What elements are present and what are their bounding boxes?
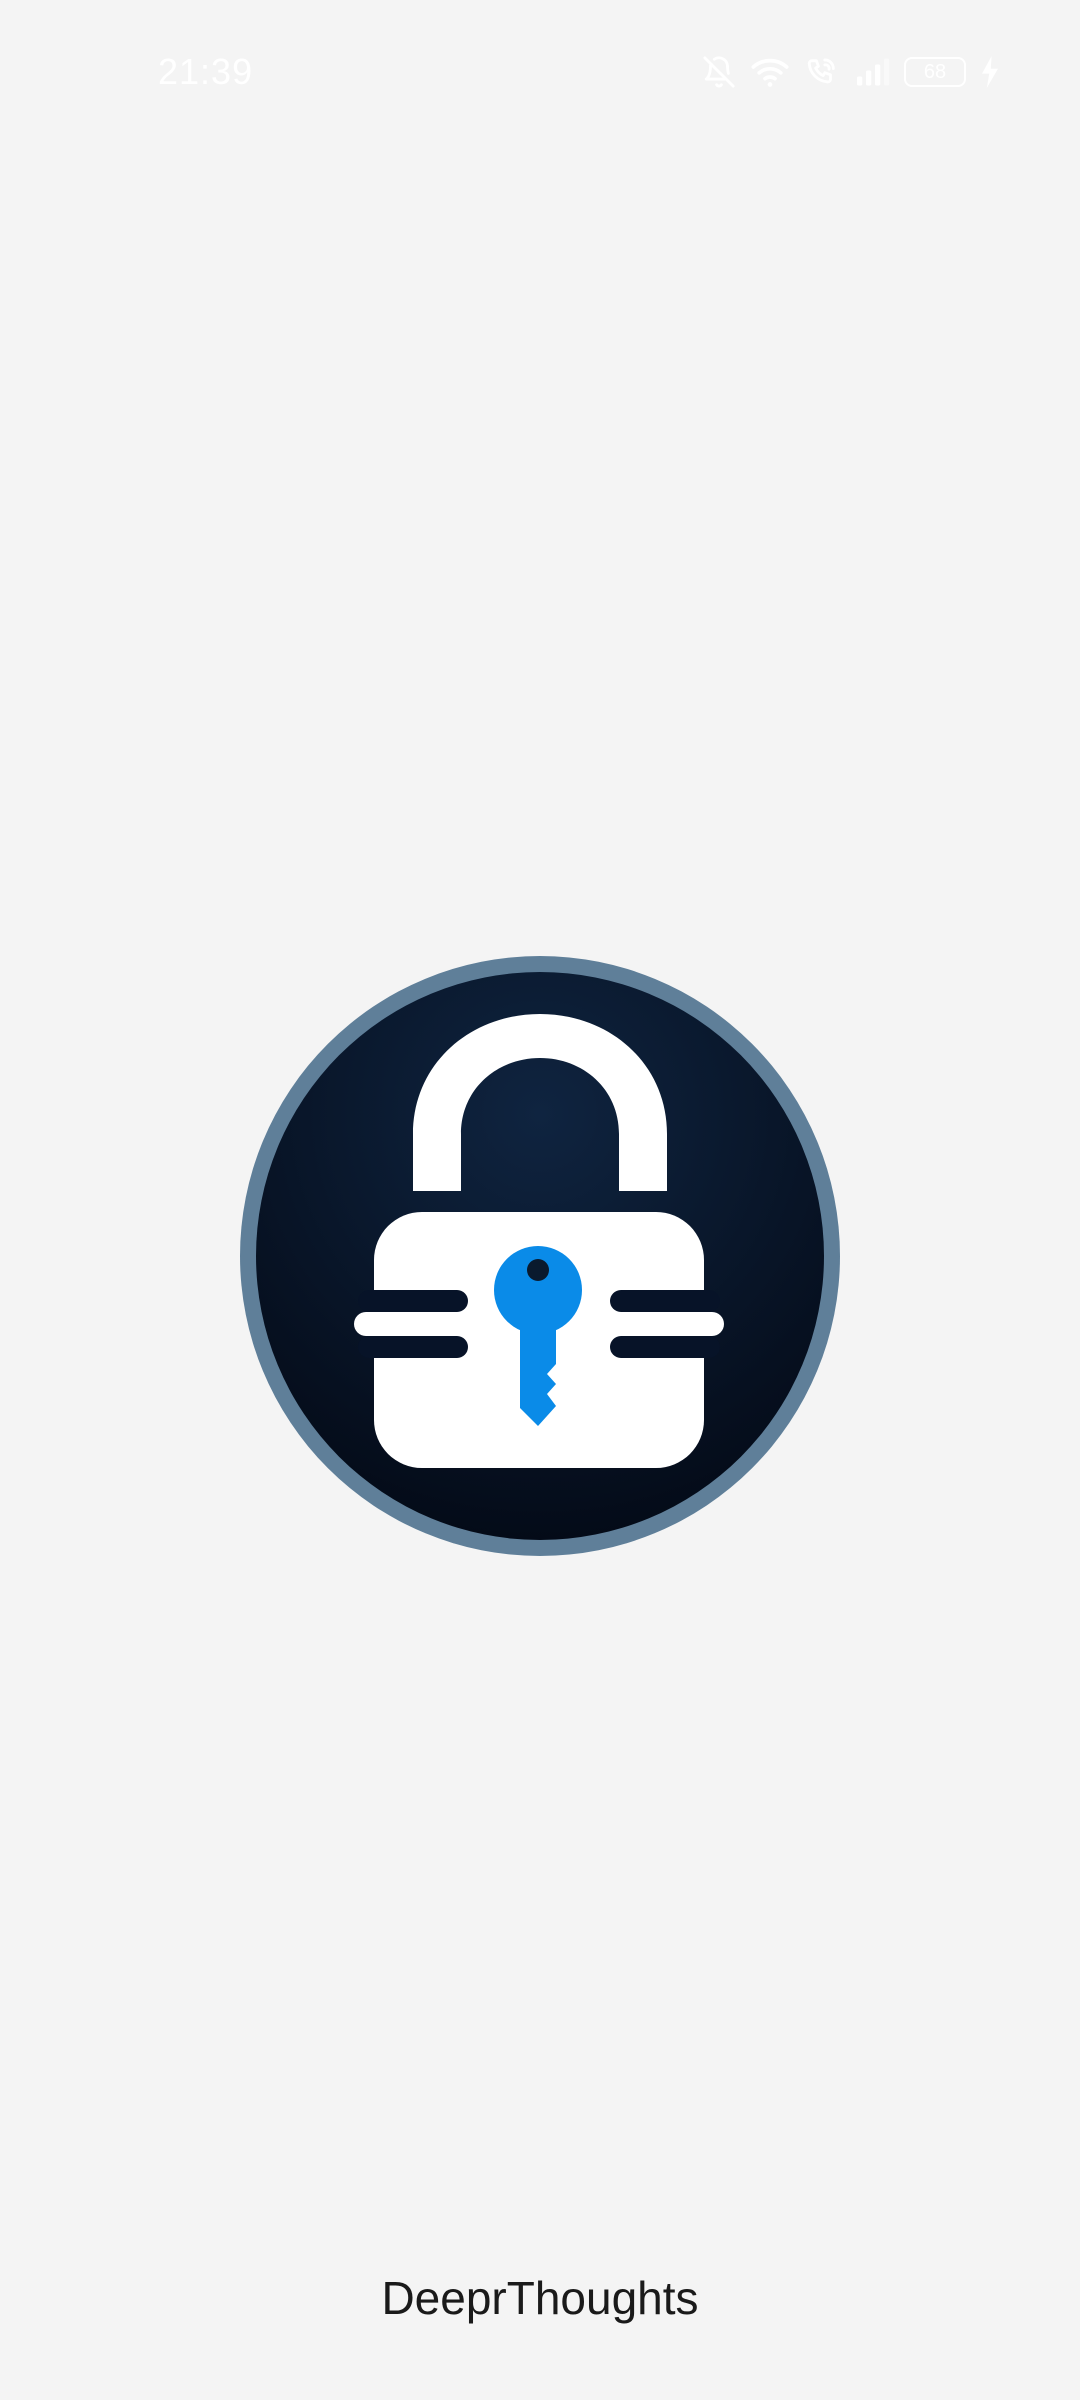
battery-level: 68 xyxy=(923,61,947,83)
status-icons: 68 xyxy=(702,50,1000,94)
bell-off-icon xyxy=(702,55,736,89)
status-bar: 21:39 68 xyxy=(0,0,1080,144)
signal-icon xyxy=(854,57,890,87)
padlock-key-icon xyxy=(238,954,842,1558)
wifi-calling-icon xyxy=(804,55,840,89)
battery-icon: 68 xyxy=(904,57,966,87)
status-time: 21:39 xyxy=(158,51,254,92)
app-name: DeeprThoughts xyxy=(381,2272,699,2324)
charging-bolt-icon xyxy=(980,56,1000,88)
wifi-icon xyxy=(750,55,790,89)
